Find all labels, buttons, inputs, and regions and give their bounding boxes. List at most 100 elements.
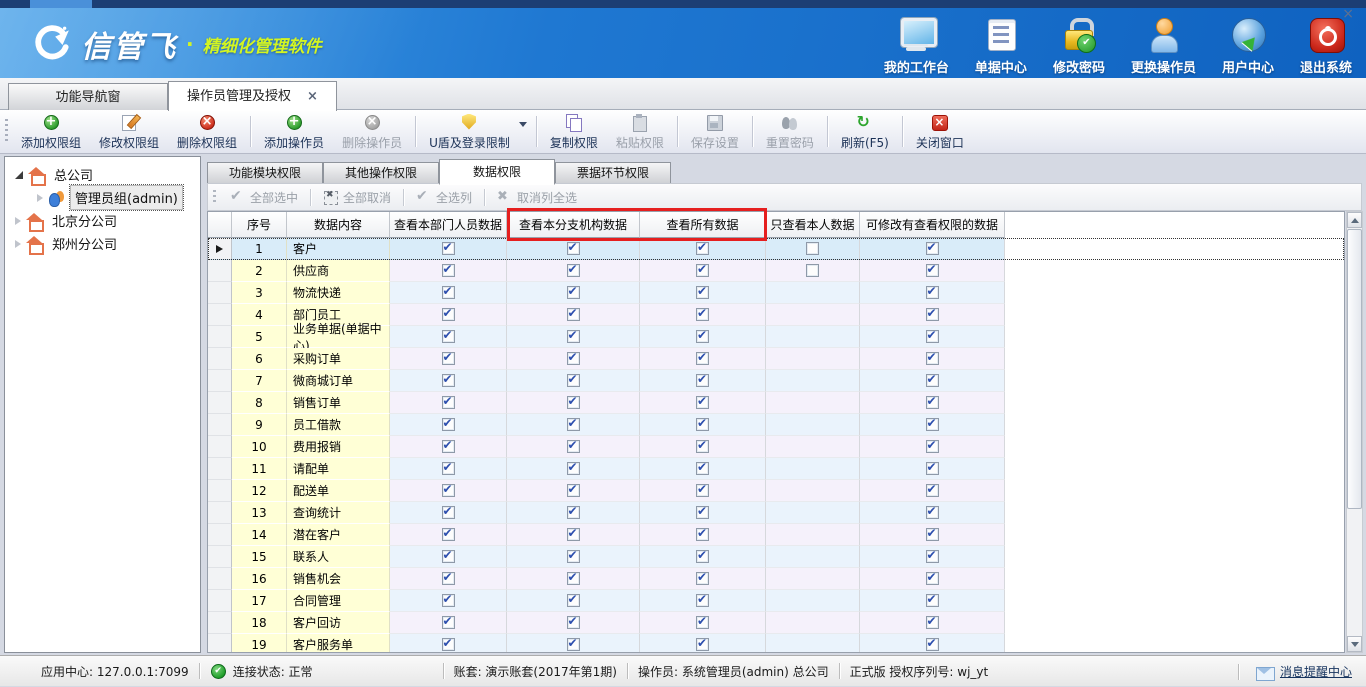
checkbox-dept[interactable] (442, 638, 455, 651)
checkbox-modify[interactable] (926, 616, 939, 629)
vertical-scrollbar[interactable] (1346, 211, 1363, 653)
column-header-branch[interactable]: 查看本分支机构数据 (507, 212, 640, 238)
checkbox-branch[interactable] (567, 572, 580, 585)
checkbox-branch[interactable] (567, 506, 580, 519)
message-center[interactable]: 消息提醒中心 (1238, 656, 1352, 687)
checkbox-branch[interactable] (567, 418, 580, 431)
scroll-down-button[interactable] (1347, 636, 1362, 652)
checkbox-branch[interactable] (567, 374, 580, 387)
checkbox-all[interactable] (696, 396, 709, 409)
column-header-modify[interactable]: 可修改有查看权限的数据 (860, 212, 1005, 238)
checkbox-all[interactable] (696, 352, 709, 365)
checkbox-modify[interactable] (926, 440, 939, 453)
checkbox-all[interactable] (696, 264, 709, 277)
checkbox-all[interactable] (696, 594, 709, 607)
collapsed-icon[interactable] (15, 217, 21, 225)
checkbox-modify[interactable] (926, 286, 939, 299)
checkbox-self[interactable] (806, 264, 819, 277)
tree-node-company-hq[interactable]: 总公司 (5, 163, 200, 186)
checkbox-branch[interactable] (567, 330, 580, 343)
reset-password-button[interactable]: 重置密码 (757, 110, 823, 153)
checkbox-branch[interactable] (567, 638, 580, 651)
perm-tab-function-module[interactable]: 功能模块权限 (207, 162, 323, 184)
checkbox-branch[interactable] (567, 352, 580, 365)
tree-node-zhengzhou-branch[interactable]: 郑州分公司 (5, 232, 200, 255)
checkbox-dept[interactable] (442, 616, 455, 629)
paste-perm-button[interactable]: 粘贴权限 (607, 110, 673, 153)
column-header-num[interactable]: 序号 (232, 212, 287, 238)
edit-perm-group-button[interactable]: 修改权限组 (90, 110, 168, 153)
tab-close-icon[interactable]: × (307, 84, 318, 109)
column-header-all[interactable]: 查看所有数据 (640, 212, 766, 238)
checkbox-all[interactable] (696, 286, 709, 299)
checkbox-all[interactable] (696, 242, 709, 255)
checkbox-dept[interactable] (442, 286, 455, 299)
checkbox-modify[interactable] (926, 242, 939, 255)
checkbox-dept[interactable] (442, 308, 455, 321)
checkbox-dept[interactable] (442, 528, 455, 541)
checkbox-all[interactable] (696, 506, 709, 519)
column-header-dept[interactable]: 查看本部门人员数据 (390, 212, 507, 238)
checkbox-modify[interactable] (926, 484, 939, 497)
tab-nav-window[interactable]: 功能导航窗 (8, 83, 168, 110)
checkbox-all[interactable] (696, 638, 709, 651)
checkbox-modify[interactable] (926, 374, 939, 387)
checkbox-modify[interactable] (926, 462, 939, 475)
checkbox-dept[interactable] (442, 506, 455, 519)
checkbox-dept[interactable] (442, 374, 455, 387)
expanded-icon[interactable] (15, 171, 23, 179)
checkbox-branch[interactable] (567, 440, 580, 453)
save-settings-button[interactable]: 保存设置 (682, 110, 748, 153)
tab-operator-auth[interactable]: 操作员管理及授权× (168, 81, 337, 111)
checkbox-branch[interactable] (567, 550, 580, 563)
checkbox-all[interactable] (696, 374, 709, 387)
checkbox-dept[interactable] (442, 396, 455, 409)
checkbox-all[interactable] (696, 616, 709, 629)
ushield-login-limit-button[interactable]: U盾及登录限制 (420, 110, 519, 153)
checkbox-dept[interactable] (442, 550, 455, 563)
checkbox-modify[interactable] (926, 550, 939, 563)
checkbox-modify[interactable] (926, 352, 939, 365)
copy-perm-button[interactable]: 复制权限 (541, 110, 607, 153)
checkbox-branch[interactable] (567, 484, 580, 497)
add-perm-group-button[interactable]: 添加权限组 (12, 110, 90, 153)
checkbox-all[interactable] (696, 528, 709, 541)
checkbox-dept[interactable] (442, 484, 455, 497)
checkbox-branch[interactable] (567, 594, 580, 607)
select-all-button[interactable]: 全部选中 (222, 189, 306, 206)
checkbox-all[interactable] (696, 418, 709, 431)
close-window-button[interactable]: 关闭窗口 (907, 110, 973, 153)
refresh-button[interactable]: 刷新(F5) (832, 110, 898, 153)
checkbox-modify[interactable] (926, 594, 939, 607)
delete-operator-button[interactable]: 删除操作员 (333, 110, 411, 153)
checkbox-all[interactable] (696, 440, 709, 453)
checkbox-dept[interactable] (442, 330, 455, 343)
quick-action-person[interactable]: 更换操作员 (1131, 16, 1196, 76)
checkbox-branch[interactable] (567, 264, 580, 277)
checkbox-all[interactable] (696, 308, 709, 321)
quick-action-globe[interactable]: 用户中心 (1222, 16, 1274, 76)
quick-action-doc[interactable]: 单据中心 (975, 16, 1027, 76)
checkbox-all[interactable] (696, 572, 709, 585)
collapsed-icon[interactable] (37, 194, 43, 202)
checkbox-modify[interactable] (926, 528, 939, 541)
perm-tab-data-perm[interactable]: 数据权限 (439, 159, 555, 185)
checkbox-branch[interactable] (567, 242, 580, 255)
scroll-thumb[interactable] (1347, 229, 1362, 509)
checkbox-branch[interactable] (567, 528, 580, 541)
delete-perm-group-button[interactable]: 删除权限组 (168, 110, 246, 153)
checkbox-modify[interactable] (926, 264, 939, 277)
checkbox-branch[interactable] (567, 462, 580, 475)
quick-action-lock[interactable]: 修改密码 (1053, 16, 1105, 76)
checkbox-modify[interactable] (926, 396, 939, 409)
checkbox-modify[interactable] (926, 418, 939, 431)
tree-node-beijing-branch[interactable]: 北京分公司 (5, 209, 200, 232)
quick-action-workbench[interactable]: 我的工作台 (884, 16, 949, 76)
perm-tab-other-ops[interactable]: 其他操作权限 (323, 162, 439, 184)
checkbox-branch[interactable] (567, 308, 580, 321)
checkbox-all[interactable] (696, 484, 709, 497)
checkbox-branch[interactable] (567, 616, 580, 629)
checkbox-dept[interactable] (442, 352, 455, 365)
checkbox-modify[interactable] (926, 506, 939, 519)
checkbox-modify[interactable] (926, 308, 939, 321)
